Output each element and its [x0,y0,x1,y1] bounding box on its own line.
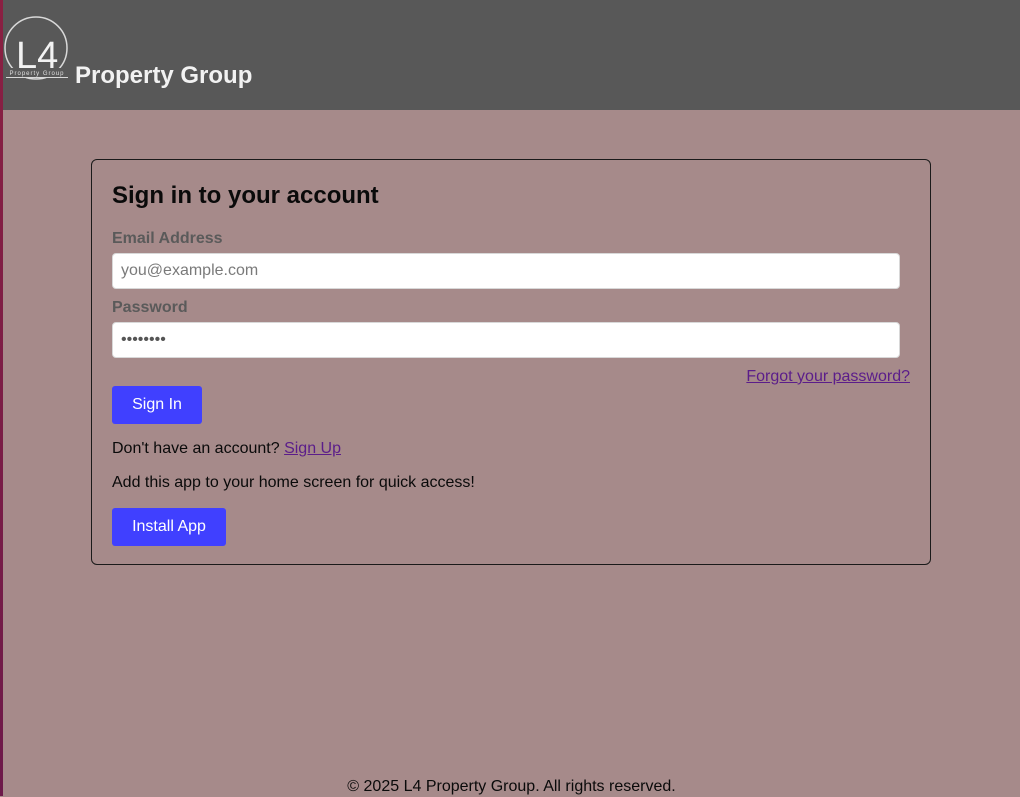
brand-title: Property Group [75,62,253,89]
top-header: L4 Property Group Property Group [3,0,1020,110]
install-app-button[interactable]: Install App [112,508,226,546]
email-label: Email Address [112,230,223,247]
footer-copyright: © 2025 L4 Property Group. All rights res… [347,778,676,795]
sign-up-link[interactable]: Sign Up [284,440,341,457]
left-edge-strip [0,0,3,796]
signup-prompt-text: Don't have an account? [112,440,280,457]
email-input[interactable] [112,253,900,289]
logo-subtext: Property Group [9,71,64,77]
forgot-password-link[interactable]: Forgot your password? [746,367,910,387]
install-prompt-text: Add this app to your home screen for qui… [112,474,475,491]
sign-in-heading: Sign in to your account [112,182,379,209]
sign-in-card: Sign in to your account Email Address Pa… [91,159,931,565]
signup-prompt-line: Don't have an account? Sign Up [112,439,341,459]
l4-logo[interactable]: L4 Property Group [3,16,73,86]
password-input[interactable] [112,322,900,358]
password-label: Password [112,299,188,316]
sign-in-button[interactable]: Sign In [112,386,202,424]
